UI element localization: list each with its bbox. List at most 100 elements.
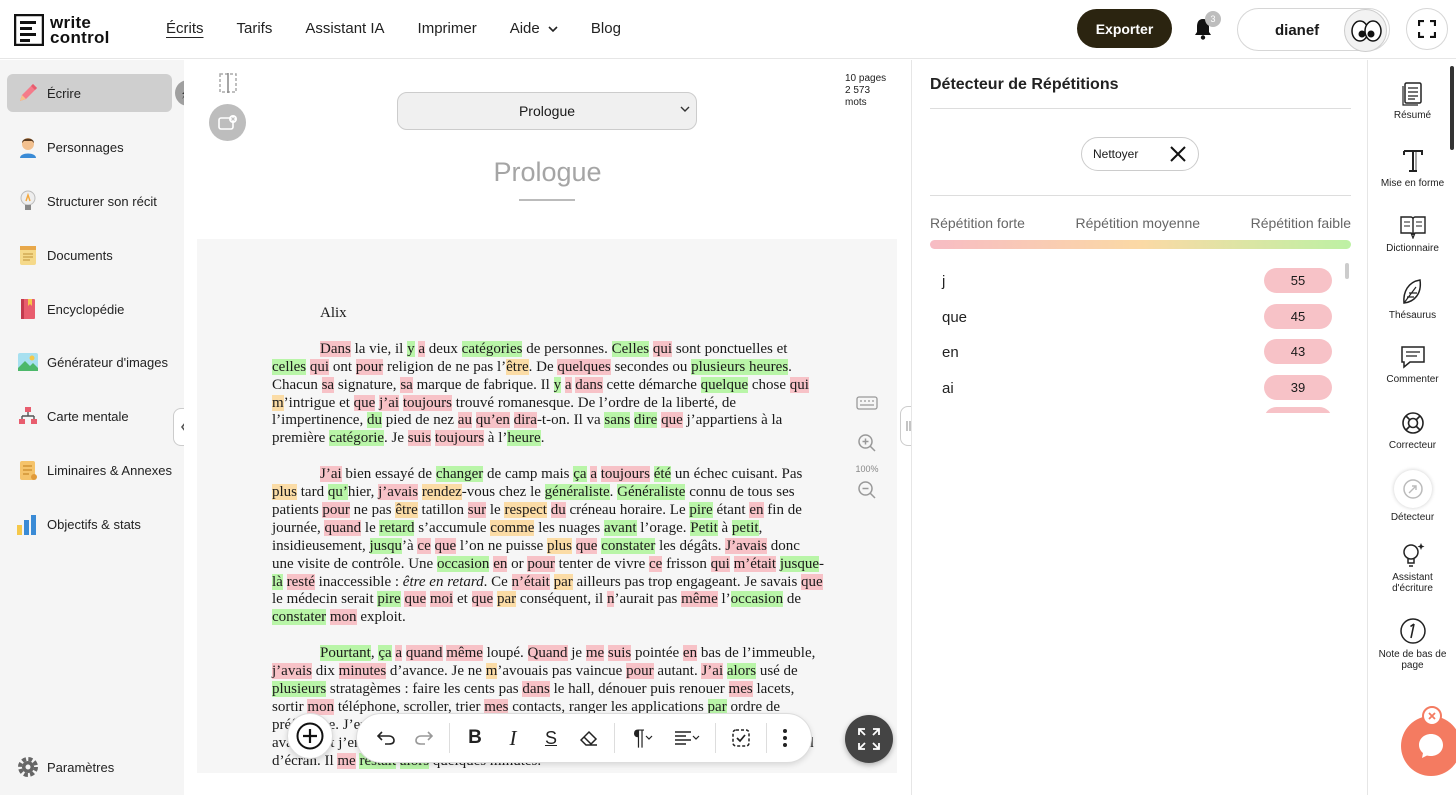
zoom-out-icon[interactable] bbox=[857, 480, 877, 500]
export-button[interactable]: Exporter bbox=[1077, 9, 1172, 48]
tool-commenter[interactable]: Commenter bbox=[1368, 344, 1456, 385]
sidebar-item-label: Liminaires & Annexes bbox=[47, 462, 173, 478]
sidebar: Écrire Personnages Structurer son récit … bbox=[0, 60, 201, 795]
nav-blog[interactable]: Blog bbox=[591, 20, 621, 37]
paragraph-style-button[interactable]: ¶ bbox=[621, 719, 665, 757]
sidebar-item-encyclopedie[interactable]: Encyclopédie bbox=[7, 290, 172, 328]
lightbulb-icon bbox=[15, 188, 41, 214]
nav-aide[interactable]: Aide bbox=[510, 20, 558, 37]
nav-ecrits[interactable]: Écrits bbox=[166, 20, 204, 37]
repetition-list-scrollbar[interactable] bbox=[1345, 263, 1349, 279]
strikethrough-icon: S bbox=[544, 727, 557, 748]
tool-dictionnaire[interactable]: Dictionnaire bbox=[1368, 213, 1456, 254]
editor: Prologue 10 pages 2 573 mots Prologue Al… bbox=[184, 60, 920, 795]
chat-close-button[interactable] bbox=[1422, 706, 1442, 726]
sidebar-item-objectifs[interactable]: Objectifs & stats bbox=[7, 505, 172, 543]
text-format-icon bbox=[1402, 150, 1423, 172]
tool-mise-en-forme[interactable]: Mise en forme bbox=[1368, 148, 1456, 189]
tool-label: Assistant d'écriture bbox=[1392, 572, 1433, 594]
idea-bulb-icon bbox=[1402, 543, 1424, 567]
focus-mode-button[interactable] bbox=[209, 104, 246, 141]
sidebar-item-carte-mentale[interactable]: Carte mentale bbox=[7, 397, 172, 435]
chapter-select[interactable]: Prologue bbox=[397, 92, 697, 130]
tool-label: Correcteur bbox=[1388, 440, 1437, 451]
sidebar-item-personnages[interactable]: Personnages bbox=[7, 128, 172, 166]
repeated-word: en bbox=[942, 344, 959, 361]
repeated-word: ai bbox=[942, 379, 954, 397]
chapter-title[interactable]: Prologue bbox=[184, 157, 911, 188]
tool-correcteur[interactable]: Correcteur bbox=[1368, 410, 1456, 451]
sidebar-item-ecrire[interactable]: Écrire bbox=[7, 74, 172, 112]
sidebar-item-structurer[interactable]: Structurer son récit bbox=[7, 182, 172, 220]
list-item[interactable]: en 43 bbox=[930, 336, 1343, 372]
tools-scrollbar[interactable] bbox=[1450, 66, 1454, 150]
add-block-button[interactable] bbox=[287, 713, 333, 759]
keyboard-icon[interactable] bbox=[856, 396, 878, 410]
sidebar-item-label: Personnages bbox=[47, 139, 124, 155]
eraser-icon bbox=[580, 730, 598, 746]
split-view-icon[interactable] bbox=[219, 73, 237, 93]
tool-label: Détecteur bbox=[1390, 512, 1435, 523]
undo-icon bbox=[377, 731, 395, 745]
align-button[interactable] bbox=[665, 719, 709, 757]
app-logo[interactable]: write control bbox=[14, 14, 110, 46]
clean-button[interactable]: Nettoyer bbox=[1081, 137, 1199, 171]
sidebar-item-documents[interactable]: Documents bbox=[7, 236, 172, 274]
tool-thesaurus[interactable]: Thésaurus bbox=[1368, 278, 1456, 321]
chevron-down-icon bbox=[680, 106, 690, 112]
zoom-in-icon[interactable] bbox=[857, 433, 877, 453]
nav-imprimer[interactable]: Imprimer bbox=[418, 20, 477, 37]
user-menu[interactable]: dianef bbox=[1237, 8, 1390, 52]
tool-detecteur[interactable]: Détecteur bbox=[1368, 470, 1456, 523]
checklist-button[interactable] bbox=[722, 719, 760, 757]
zoom-level: 100% bbox=[855, 464, 879, 474]
document-text[interactable]: Alix Dans la vie, il y a deux catégories… bbox=[272, 305, 824, 773]
fullscreen-button[interactable] bbox=[1406, 8, 1448, 50]
chevron-down-icon bbox=[645, 735, 653, 740]
toolbar-divider bbox=[449, 723, 450, 753]
nav-tarifs[interactable]: Tarifs bbox=[237, 20, 273, 37]
list-item[interactable] bbox=[930, 407, 1343, 413]
pilcrow-icon: ¶ bbox=[633, 725, 645, 750]
sidebar-item-parametres[interactable]: Paramètres bbox=[7, 748, 172, 786]
document-page[interactable]: Alix Dans la vie, il y a deux catégories… bbox=[197, 239, 897, 773]
legend-medium: Répétition moyenne bbox=[1075, 215, 1201, 231]
repetition-list[interactable]: j 55 que 45 en 43 ai 39 bbox=[930, 265, 1343, 413]
eraser-button[interactable] bbox=[570, 719, 608, 757]
sidebar-item-label: Documents bbox=[47, 247, 113, 263]
pencil-icon bbox=[15, 80, 41, 106]
toolbar-divider bbox=[614, 723, 615, 753]
list-item[interactable]: j 55 bbox=[930, 265, 1343, 301]
image-icon bbox=[15, 349, 41, 375]
more-options-button[interactable] bbox=[773, 719, 797, 757]
detector-icon bbox=[1402, 479, 1423, 499]
tool-assistant-ecriture[interactable]: Assistant d'écriture bbox=[1368, 540, 1456, 594]
repetition-gradient-bar bbox=[930, 240, 1351, 249]
editor-side-tools: 100% bbox=[855, 396, 879, 505]
undo-button[interactable] bbox=[367, 719, 405, 757]
bold-button[interactable]: B bbox=[456, 719, 494, 757]
pages-count: 10 pages bbox=[845, 73, 887, 84]
sidebar-item-generateur-images[interactable]: Générateur d'images bbox=[7, 343, 172, 381]
strikethrough-button[interactable]: S bbox=[532, 719, 570, 757]
tool-label: Note de bas de page bbox=[1378, 649, 1447, 671]
tool-label: Résumé bbox=[1393, 110, 1432, 121]
redo-icon bbox=[415, 731, 433, 745]
sidebar-item-label: Paramètres bbox=[47, 759, 115, 775]
repeat-count: 55 bbox=[1264, 268, 1332, 293]
sidebar-item-label: Générateur d'images bbox=[47, 354, 168, 370]
list-item[interactable]: ai 39 bbox=[930, 372, 1343, 408]
focus-mode-icon bbox=[217, 114, 237, 130]
redo-button[interactable] bbox=[405, 719, 443, 757]
expand-editor-button[interactable] bbox=[845, 715, 893, 763]
close-icon bbox=[1428, 712, 1436, 720]
nav-assistant-ia[interactable]: Assistant IA bbox=[305, 20, 384, 37]
checklist-icon bbox=[732, 729, 750, 747]
repeated-word: que bbox=[942, 308, 968, 326]
tool-resume[interactable]: Résumé bbox=[1368, 80, 1456, 121]
list-item[interactable]: que 45 bbox=[930, 301, 1343, 337]
words-label: mots bbox=[845, 97, 867, 108]
sidebar-item-liminaires[interactable]: Liminaires & Annexes bbox=[7, 451, 172, 489]
italic-button[interactable]: I bbox=[494, 719, 532, 757]
tool-note-bas-page[interactable]: Note de bas de page bbox=[1368, 617, 1456, 671]
